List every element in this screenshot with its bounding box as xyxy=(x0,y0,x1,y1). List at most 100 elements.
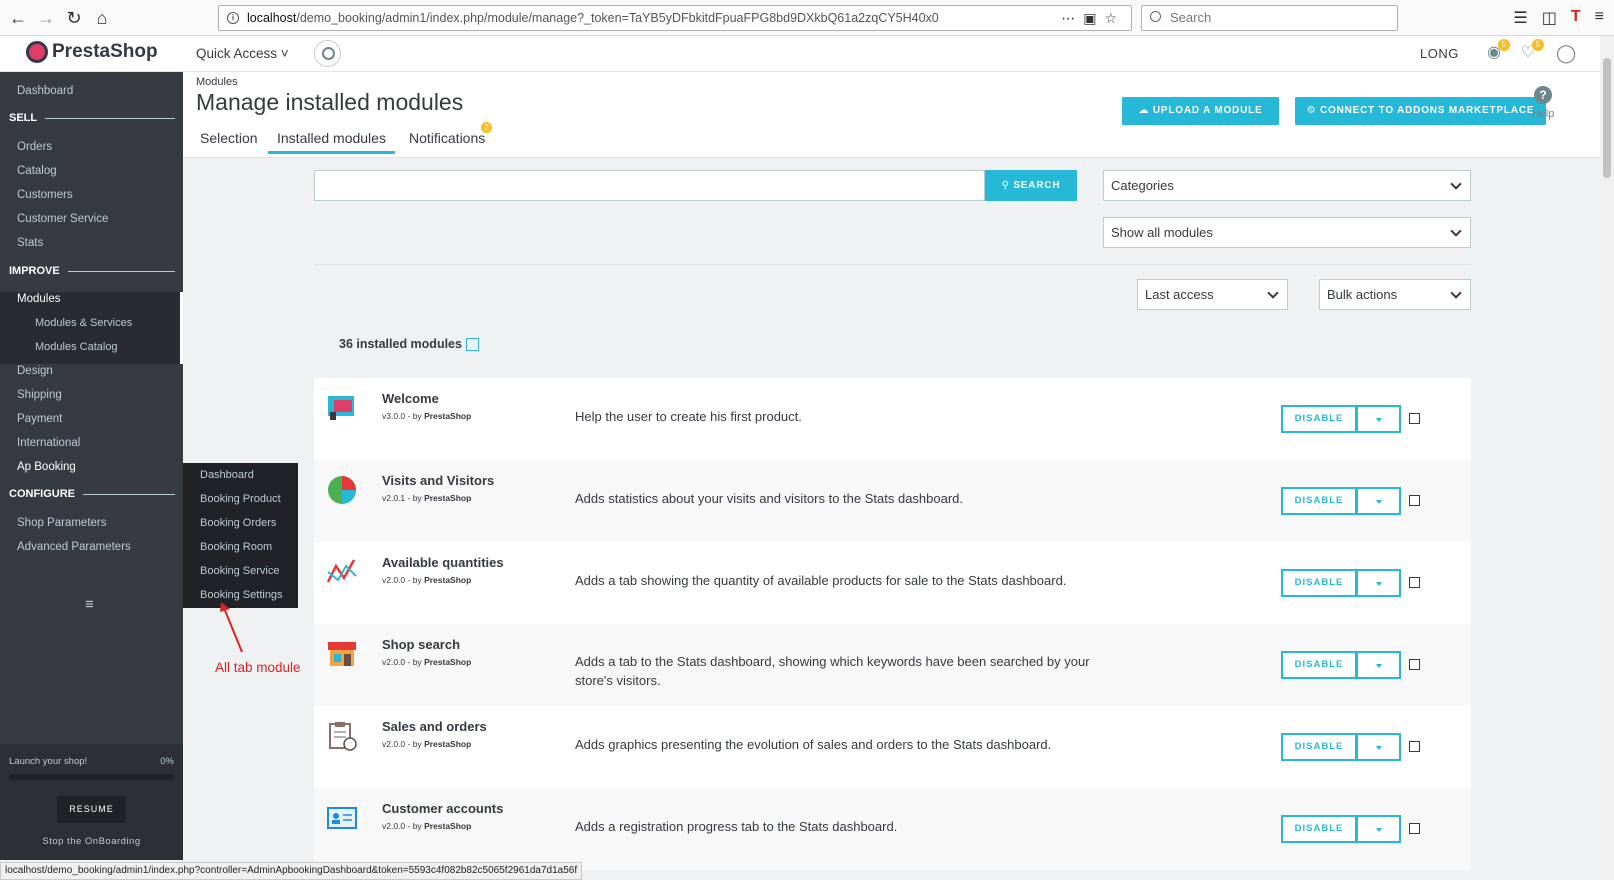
disable-button[interactable]: DISABLE xyxy=(1281,651,1357,679)
module-checkbox[interactable] xyxy=(1409,823,1420,834)
logo[interactable]: PrestaShop xyxy=(26,41,158,63)
browser-search[interactable]: Search xyxy=(1141,5,1398,31)
sidebar-item-dashboard[interactable]: Dashboard xyxy=(17,85,73,97)
sidebar-subitem-modules-services[interactable]: Modules & Services xyxy=(35,317,132,329)
sidebar-item-international[interactable]: International xyxy=(17,437,80,449)
scrollbar-thumb[interactable] xyxy=(1603,58,1611,178)
disable-button[interactable]: DISABLE xyxy=(1281,405,1357,433)
sort-value: Last access xyxy=(1145,287,1214,302)
flyout-item-booking-service[interactable]: Booking Service xyxy=(200,565,280,577)
stop-onboarding-link[interactable]: Stop the OnBoarding xyxy=(0,836,183,847)
info-icon[interactable]: i xyxy=(227,12,239,24)
sidebar-item-shop-parameters[interactable]: Shop Parameters xyxy=(17,517,107,529)
tab-selection[interactable]: Selection xyxy=(200,130,258,146)
help-button[interactable]: ? Help xyxy=(1523,86,1563,120)
chevron-down-icon xyxy=(1267,287,1279,299)
flyout-item-booking-room[interactable]: Booking Room xyxy=(200,541,272,553)
resume-button[interactable]: RESUME xyxy=(57,796,126,823)
flyout-item-dashboard[interactable]: Dashboard xyxy=(200,469,254,481)
sidebar-item-advanced-parameters[interactable]: Advanced Parameters xyxy=(17,541,131,553)
page-actions-icon[interactable]: ⋯▣☆ xyxy=(1061,6,1125,30)
chevron-down-icon xyxy=(1450,287,1462,299)
section-divider xyxy=(67,270,175,272)
module-checkbox[interactable] xyxy=(1409,577,1420,588)
module-search-input[interactable] xyxy=(314,170,985,201)
annotation-arrow-icon xyxy=(220,602,243,653)
module-checkbox[interactable] xyxy=(1409,413,1420,424)
forward-icon[interactable]: → xyxy=(34,6,58,30)
welcome-module-icon xyxy=(328,396,354,420)
chevron-down-icon xyxy=(1450,178,1462,190)
sidebar-item-customer-service[interactable]: Customer Service xyxy=(17,213,108,225)
flyout-item-booking-settings[interactable]: Booking Settings xyxy=(200,589,283,601)
sidebar-item-payment[interactable]: Payment xyxy=(17,413,62,425)
module-version-text: v2.0.0 - by xyxy=(382,739,425,749)
home-icon[interactable]: ⌂ xyxy=(90,6,114,30)
upload-module-button[interactable]: ☁ UPLOAD A MODULE xyxy=(1122,97,1279,125)
sidebar-item-orders[interactable]: Orders xyxy=(17,141,52,153)
menu-icon[interactable]: ≡ xyxy=(1595,8,1604,28)
module-actions-dropdown[interactable] xyxy=(1357,569,1401,597)
page-scrollbar[interactable] xyxy=(1600,36,1614,880)
quick-access-dropdown[interactable]: Quick Access ˅ xyxy=(196,46,289,61)
ap-booking-flyout: Dashboard Booking Product Booking Orders… xyxy=(183,463,298,608)
sidebar-subitem-modules-catalog[interactable]: Modules Catalog xyxy=(35,341,118,353)
disable-button[interactable]: DISABLE xyxy=(1281,815,1357,843)
sidebar-item-catalog[interactable]: Catalog xyxy=(17,165,57,177)
module-name: Available quantities xyxy=(382,555,504,570)
categories-select[interactable]: Categories xyxy=(1103,170,1471,201)
module-description: Adds statistics about your visits and vi… xyxy=(575,491,964,506)
address-bar[interactable]: i localhost/demo_booking/admin1/index.ph… xyxy=(218,5,1132,31)
show-modules-select[interactable]: Show all modules xyxy=(1103,217,1471,248)
flyout-item-booking-product[interactable]: Booking Product xyxy=(200,493,281,505)
tab-installed-modules[interactable]: Installed modules xyxy=(268,130,395,154)
sidebar-item-ap-booking[interactable]: Ap Booking xyxy=(17,461,76,473)
browser-toolbar: ← → ↻ ⌂ i localhost/demo_booking/admin1/… xyxy=(0,0,1614,36)
disable-button[interactable]: DISABLE xyxy=(1281,569,1357,597)
orders-notification-count: 5 xyxy=(1498,39,1510,51)
disable-button[interactable]: DISABLE xyxy=(1281,487,1357,515)
header-search-icon[interactable] xyxy=(314,40,341,67)
sidebar-item-modules[interactable]: Modules xyxy=(17,293,60,305)
categories-value: Categories xyxy=(1111,178,1174,193)
sidebar-icon[interactable]: ◫ xyxy=(1542,8,1557,28)
module-actions-dropdown[interactable] xyxy=(1357,405,1401,433)
breadcrumb[interactable]: Modules xyxy=(196,76,238,88)
sidebar-item-design[interactable]: Design xyxy=(17,365,53,377)
module-actions-dropdown[interactable] xyxy=(1357,815,1401,843)
bell-icon[interactable]: ♡ 5 xyxy=(1518,39,1544,63)
toggle-list-icon[interactable] xyxy=(465,338,479,352)
module-row: Customer accounts v2.0.0 - by PrestaShop… xyxy=(314,788,1471,870)
extension-icon[interactable]: T xyxy=(1571,8,1581,28)
bulk-actions-select[interactable]: Bulk actions xyxy=(1319,279,1471,310)
connect-addons-button[interactable]: ⚙ CONNECT TO ADDONS MARKETPLACE xyxy=(1295,97,1546,125)
module-actions-dropdown[interactable] xyxy=(1357,487,1401,515)
library-icon[interactable]: ☰ xyxy=(1513,8,1527,28)
url-path: /demo_booking/admin1/index.php/module/ma… xyxy=(296,11,939,25)
browser-toolbar-icons: ☰ ◫ T ≡ xyxy=(1513,8,1604,28)
user-avatar-icon[interactable]: ◯ xyxy=(1556,43,1576,63)
back-icon[interactable]: ← xyxy=(6,6,30,30)
sidebar-item-shipping[interactable]: Shipping xyxy=(17,389,62,401)
module-version: v2.0.0 - by PrestaShop xyxy=(382,821,471,831)
flyout-item-booking-orders[interactable]: Booking Orders xyxy=(200,517,276,529)
sort-select[interactable]: Last access xyxy=(1137,279,1288,310)
module-checkbox[interactable] xyxy=(1409,495,1420,506)
sidebar-item-customers[interactable]: Customers xyxy=(17,189,73,201)
module-actions-dropdown[interactable] xyxy=(1357,651,1401,679)
module-checkbox[interactable] xyxy=(1409,741,1420,752)
disable-button[interactable]: DISABLE xyxy=(1281,733,1357,761)
tab-notifications[interactable]: Notifications 2 xyxy=(409,122,493,146)
sidebar-item-stats[interactable]: Stats xyxy=(17,237,43,249)
module-version: v2.0.1 - by PrestaShop xyxy=(382,493,471,503)
search-button[interactable]: ⚲ SEARCH xyxy=(985,170,1077,201)
collapse-menu-icon[interactable]: ≡ xyxy=(85,596,94,613)
browser-search-placeholder: Search xyxy=(1170,10,1212,25)
employee-name[interactable]: LONG xyxy=(1420,46,1459,61)
module-checkbox[interactable] xyxy=(1409,659,1420,670)
reload-icon[interactable]: ↻ xyxy=(62,6,86,30)
module-actions-dropdown[interactable] xyxy=(1357,733,1401,761)
module-name: Welcome xyxy=(382,391,439,406)
orders-notification-icon[interactable]: ◉ 5 xyxy=(1484,39,1510,63)
chevron-down-icon: ˅ xyxy=(280,46,289,61)
